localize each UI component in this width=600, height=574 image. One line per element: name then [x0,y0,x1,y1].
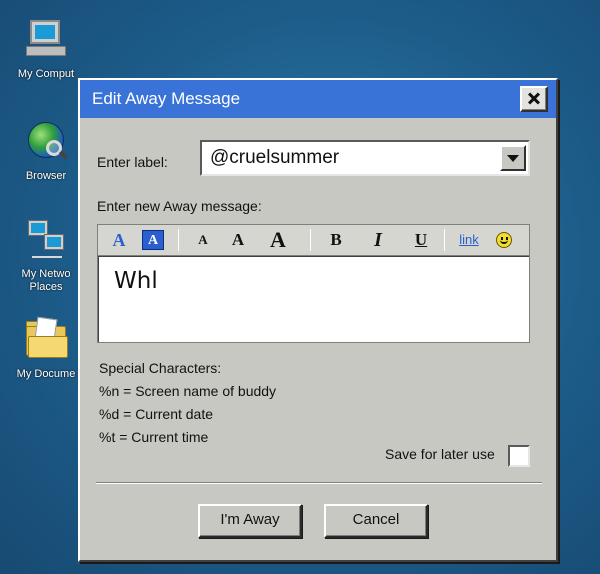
enter-message-text: Enter new Away message: [97,198,262,214]
desktop-icon-my-documents[interactable]: My Docume [8,316,84,381]
away-message-text: Whl [114,268,158,294]
smiley-icon[interactable] [496,232,512,248]
chevron-down-icon [507,155,519,162]
label-dropdown-value: @cruelsummer [210,147,340,168]
dialog-title: Edit Away Message [92,89,241,108]
desktop-icon-browser[interactable]: Browser [8,120,84,183]
insert-link-button[interactable]: link [454,225,484,255]
special-char-time: %t = Current time [99,429,209,445]
desktop-icon-label: My Docume [16,368,76,380]
toolbar-separator [444,229,445,251]
edit-away-message-dialog: Edit Away Message Enter label: @cruelsum… [78,78,558,562]
close-button[interactable] [520,86,548,112]
font-normal-button[interactable]: A [228,225,248,255]
font-smaller-button[interactable]: A [194,225,212,255]
desktop-icon-my-computer[interactable]: My Comput [8,18,84,81]
save-for-later-checkbox[interactable] [508,445,530,467]
italic-button[interactable]: I [368,225,388,255]
toolbar-separator [310,229,311,251]
bold-button[interactable]: B [326,225,346,255]
toolbar-separator [178,229,179,251]
special-characters-title: Special Characters: [99,360,222,376]
label-dropdown[interactable]: @cruelsummer [200,140,530,176]
cancel-button[interactable]: Cancel [324,504,428,538]
special-char-screen-name: %n = Screen name of buddy [99,383,277,399]
title-bar[interactable]: Edit Away Message [80,80,556,118]
font-larger-button[interactable]: A [266,225,290,255]
desktop-icon-label: Browser [25,170,67,182]
underline-button[interactable]: U [410,225,432,255]
away-message-textarea[interactable]: Whl [97,255,530,343]
save-for-later-label: Save for later use [385,446,495,462]
desktop-icon-my-network-places[interactable]: My Netwo Places [8,218,84,294]
special-char-date: %d = Current date [99,406,214,422]
desktop-icon-label: My Netwo Places [21,268,71,293]
dropdown-arrow-button[interactable] [500,145,526,171]
desktop-icon-label: My Comput [17,68,75,80]
background-color-button[interactable]: A [142,230,164,250]
format-toolbar: A A A A A B I U link [97,224,530,256]
divider [96,482,542,484]
im-away-button[interactable]: I'm Away [198,504,302,538]
network-icon [24,218,68,262]
computer-icon [24,18,68,62]
globe-icon [24,120,69,164]
text-color-button[interactable]: A [108,225,130,255]
folder-icon [24,316,68,362]
enter-label-text: Enter label: [97,154,168,170]
